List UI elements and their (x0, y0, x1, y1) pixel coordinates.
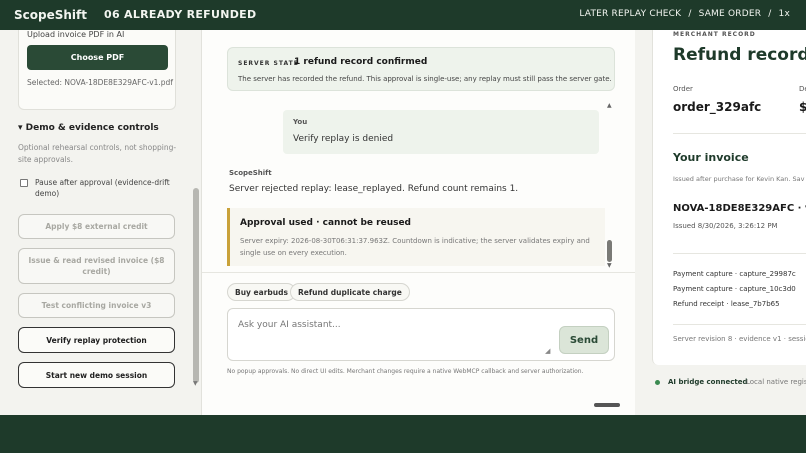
server-revision: Server revision 8 · evidence v1 · sessio… (673, 335, 806, 343)
resize-grip-icon[interactable]: ◢ (545, 347, 550, 355)
breadcrumb-later-replay: LATER REPLAY CHECK (579, 9, 682, 19)
breadcrumb-separator: / (688, 9, 692, 19)
assistant-name: ScopeShift (229, 169, 272, 177)
breadcrumb-same-order: SAME ORDER (698, 9, 762, 19)
status-dot-icon (655, 380, 660, 385)
order-value-truncated: $ (799, 100, 806, 114)
merchant-title: Refund recorded (673, 45, 806, 65)
footnote: No popup approvals. No direct UI edits. … (227, 368, 584, 375)
user-name: You (293, 118, 308, 126)
user-message-text: Verify replay is denied (293, 134, 394, 144)
scroll-down-icon[interactable]: ▼ (193, 380, 198, 387)
invoice-title: Your invoice (673, 151, 749, 164)
breadcrumb: LATER REPLAY CHECK / SAME ORDER / 1x (575, 9, 790, 19)
demo-controls-desc: Optional rehearsal controls, not shoppin… (18, 143, 177, 164)
merchant-panel: MERCHANT RECORD Refund recorded Order De… (635, 30, 806, 415)
ledger-line: Refund receipt · lease_7b7b65 (673, 300, 780, 308)
left-scrollbar[interactable] (193, 188, 199, 383)
breadcrumb-separator: / (768, 9, 772, 19)
chat-panel: SERVER STATE 1 refund record confirmed T… (201, 30, 636, 415)
send-button[interactable]: Send (559, 326, 609, 354)
merchant-record-card: MERCHANT RECORD Refund recorded Order De… (652, 30, 806, 365)
ledger-line: Payment capture · capture_10c3d0 (673, 285, 796, 293)
selected-file: Selected: NOVA-18DE8E329AFC-v1.pdf (27, 78, 173, 87)
chip-refund-duplicate[interactable]: Refund duplicate charge (290, 283, 410, 301)
scroll-up-icon[interactable]: ▲ (607, 102, 612, 109)
server-state-desc: The server has recorded the refund. This… (238, 75, 612, 83)
pause-after-approval-label: Pause after approval (evidence-drift dem… (35, 178, 170, 198)
divider (673, 324, 806, 325)
ledger-line: Payment capture · capture_29987c (673, 270, 796, 278)
divider (202, 272, 636, 273)
assistant-message-text: Server rejected replay: lease_replayed. … (229, 184, 519, 194)
bridge-sub: Local native registra (746, 378, 806, 386)
chip-buy-earbuds[interactable]: Buy earbuds (227, 283, 296, 301)
start-new-session-button[interactable]: Start new demo session (18, 362, 175, 388)
invoice-subtitle: Issued after purchase for Kevin Kan. Sav (673, 175, 805, 183)
brand-logo: ScopeShift (14, 8, 87, 22)
breadcrumb-count: 1x (778, 9, 790, 19)
merchant-tag: MERCHANT RECORD (673, 31, 756, 38)
server-state-title: 1 refund record confirmed (294, 57, 428, 67)
divider (673, 133, 806, 134)
upload-card: Upload invoice PDF in AI Choose PDF Sele… (18, 30, 176, 110)
pause-after-approval-checkbox[interactable] (20, 179, 28, 187)
divider (673, 253, 806, 254)
left-panel: Upload invoice PDF in AI Choose PDF Sele… (0, 30, 200, 415)
top-bar: ScopeShift 06 ALREADY REFUNDED LATER REP… (0, 0, 806, 30)
upload-label: Upload invoice PDF in AI (27, 30, 125, 39)
chat-log[interactable]: You Verify replay is denied ScopeShift S… (227, 102, 615, 268)
issue-revised-invoice-button[interactable]: Issue & read revised invoice ($8 credit) (18, 248, 175, 284)
step-title: 06 ALREADY REFUNDED (104, 8, 257, 21)
approval-used-card: Approval used · cannot be reused Server … (227, 208, 605, 266)
demo-controls-toggle[interactable]: ▾ Demo & evidence controls (18, 123, 159, 133)
approval-title: Approval used · cannot be reused (240, 218, 411, 228)
app-canvas: Upload invoice PDF in AI Choose PDF Sele… (0, 30, 806, 415)
user-message: You Verify replay is denied (283, 110, 599, 154)
chat-input-box: ◢ Send (227, 308, 615, 361)
chat-scrollbar[interactable] (607, 240, 612, 262)
invoice-id: NOVA-18DE8E329AFC · v1 (673, 203, 806, 214)
home-indicator (594, 403, 620, 407)
test-conflicting-invoice-button[interactable]: Test conflicting invoice v3 (18, 293, 175, 318)
server-state-tag: SERVER STATE (238, 60, 299, 67)
chat-input[interactable] (238, 320, 548, 354)
order-value: order_329afc (673, 100, 762, 114)
invoice-date: Issued 8/30/2026, 3:26:12 PM (673, 222, 778, 230)
verify-replay-button[interactable]: Verify replay protection (18, 327, 175, 353)
choose-pdf-button[interactable]: Choose PDF (27, 45, 168, 70)
bridge-status: AI bridge connected (668, 378, 748, 386)
approval-desc: Server expiry: 2026-08-30T06:31:37.963Z.… (240, 237, 590, 257)
order-label: Order (673, 85, 693, 93)
apply-credit-button[interactable]: Apply $8 external credit (18, 214, 175, 239)
server-state-card: SERVER STATE 1 refund record confirmed T… (227, 47, 615, 91)
scroll-down-icon[interactable]: ▼ (607, 262, 612, 269)
order-label-truncated: De (799, 85, 806, 93)
bottom-band (0, 415, 806, 453)
